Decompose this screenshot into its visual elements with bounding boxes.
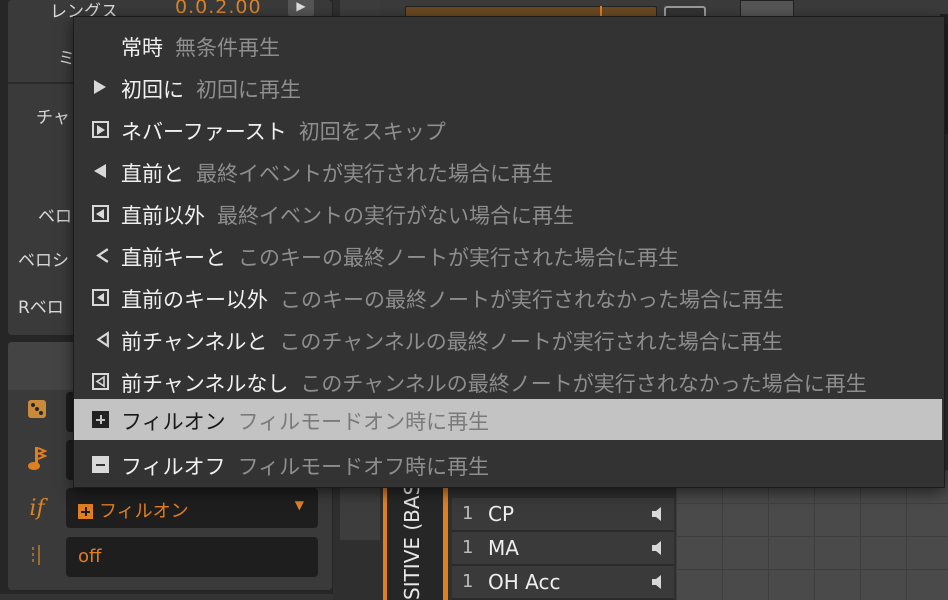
note-repeat-icon [22, 445, 52, 475]
menu-item-description: フィルモードオン時に再生 [237, 410, 490, 434]
chevron-down-icon: ▼ [294, 498, 304, 512]
menu-item-description: 初回に再生 [196, 78, 301, 102]
plus-box-icon [92, 411, 109, 428]
menu-item-label: 初回に [121, 78, 184, 102]
menu-item-label: フィルオフ [121, 455, 226, 479]
partial-label-velocity-spread: ベロシ [18, 251, 69, 271]
menu-item-description: 最終イベントの実行がない場合に再生 [217, 204, 574, 228]
dice-icon [22, 398, 52, 428]
partial-label-channel: チャ [36, 108, 70, 128]
menu-item-fill-off[interactable]: フィルオフ フィルモードオフ時に再生 [74, 444, 942, 485]
menu-item-first-time[interactable]: 初回に 初回に再生 [74, 67, 942, 108]
key-row[interactable]: 1 OH Acc [452, 566, 674, 600]
menu-item-with-previous-key[interactable]: 直前キーと このキーの最終ノートが実行された場合に再生 [74, 235, 942, 276]
recurrence-icon [22, 543, 52, 573]
boxed-outline-left-icon [92, 373, 109, 390]
menu-item-label: 前チャンネルと [121, 330, 268, 354]
menu-item-description: フィルモードオフ時に再生 [237, 455, 490, 479]
fill-on-icon [78, 504, 93, 519]
menu-item-label: フィルオン [121, 410, 226, 434]
key-number: 1 [462, 537, 474, 558]
recurrence-value: off [78, 546, 102, 567]
boxed-less-than-icon [92, 289, 109, 306]
menu-item-label: 直前のキー以外 [121, 288, 268, 312]
menu-item-description: 無条件再生 [175, 36, 280, 60]
condition-dropdown-value: フィルオン [99, 501, 189, 522]
menu-item-description: このキーの最終ノートが実行された場合に再生 [238, 246, 679, 270]
menu-item-with-previous[interactable]: 直前と 最終イベントが実行された場合に再生 [74, 151, 942, 192]
key-name: OH Acc [488, 570, 561, 594]
key-row[interactable]: 1 MA [452, 532, 674, 566]
menu-item-not-previous-key[interactable]: 直前のキー以外 このキーの最終ノートが実行されなかった場合に再生 [74, 277, 942, 318]
menu-item-with-previous-channel[interactable]: 前チャンネルと このチャンネルの最終ノートが実行された場合に再生 [74, 319, 942, 360]
menu-item-label: 直前と [121, 162, 184, 186]
speaker-icon[interactable] [650, 506, 666, 522]
menu-item-label: 常時 [121, 36, 163, 60]
menu-item-never-first[interactable]: ネバーファースト 初回をスキップ [74, 109, 942, 150]
key-name: MA [488, 536, 519, 560]
menu-item-label: 前チャンネルなし [121, 372, 289, 396]
menu-item-description: このキーの最終ノートが実行されなかった場合に再生 [280, 288, 784, 312]
note-grid[interactable] [676, 470, 948, 600]
left-triangle-icon [94, 164, 106, 178]
menu-item-description: 初回をスキップ [298, 120, 446, 144]
play-icon [94, 80, 106, 94]
condition-menu: 常時 無条件再生 初回に 初回に再生 ネバーファースト 初回をスキップ 直前と 最終イベ… [73, 16, 945, 488]
partial-label-velocity: ベロ [38, 207, 72, 227]
panel-bottom [0, 594, 333, 600]
menu-item-label: 直前キーと [121, 246, 226, 270]
menu-item-fill-on[interactable]: フィルオン フィルモードオン時に再生 [74, 399, 942, 440]
menu-item-label: ネバーファースト [121, 120, 287, 144]
key-number: 1 [462, 571, 474, 592]
lane-accent-bar [443, 470, 448, 600]
key-row[interactable]: 1 CP [452, 498, 674, 532]
menu-item-label: 直前以外 [121, 204, 205, 228]
condition-dropdown[interactable]: フィルオン ▼ [66, 488, 318, 528]
boxed-left-triangle-icon [92, 205, 109, 222]
partial-label-release-velocity: Rベロ [18, 298, 64, 318]
menu-item-always[interactable]: 常時 無条件再生 [74, 25, 942, 66]
speaker-icon[interactable] [650, 540, 666, 556]
recurrence-field[interactable]: off [66, 537, 318, 577]
speaker-icon[interactable] [650, 574, 666, 590]
drum-lane-label: SITIVE (BAS [400, 482, 424, 600]
menu-item-description: このチャンネルの最終ノートが実行された場合に再生 [279, 330, 783, 354]
less-than-icon [96, 248, 109, 263]
menu-item-not-previous-channel[interactable]: 前チャンネルなし このチャンネルの最終ノートが実行されなかった場合に再生 [74, 361, 942, 402]
menu-item-description: 最終イベントが実行された場合に再生 [196, 162, 553, 186]
minus-box-icon [92, 456, 109, 473]
key-name: CP [488, 502, 515, 526]
boxed-play-icon [92, 121, 109, 138]
menu-item-not-previous[interactable]: 直前以外 最終イベントの実行がない場合に再生 [74, 193, 942, 234]
outline-left-triangle-icon [96, 331, 109, 348]
menu-item-description: このチャンネルの最終ノートが実行されなかった場合に再生 [300, 372, 867, 396]
condition-if-icon: if [29, 496, 45, 521]
length-play-icon[interactable]: ▶ [288, 0, 314, 16]
key-number: 1 [462, 503, 474, 524]
